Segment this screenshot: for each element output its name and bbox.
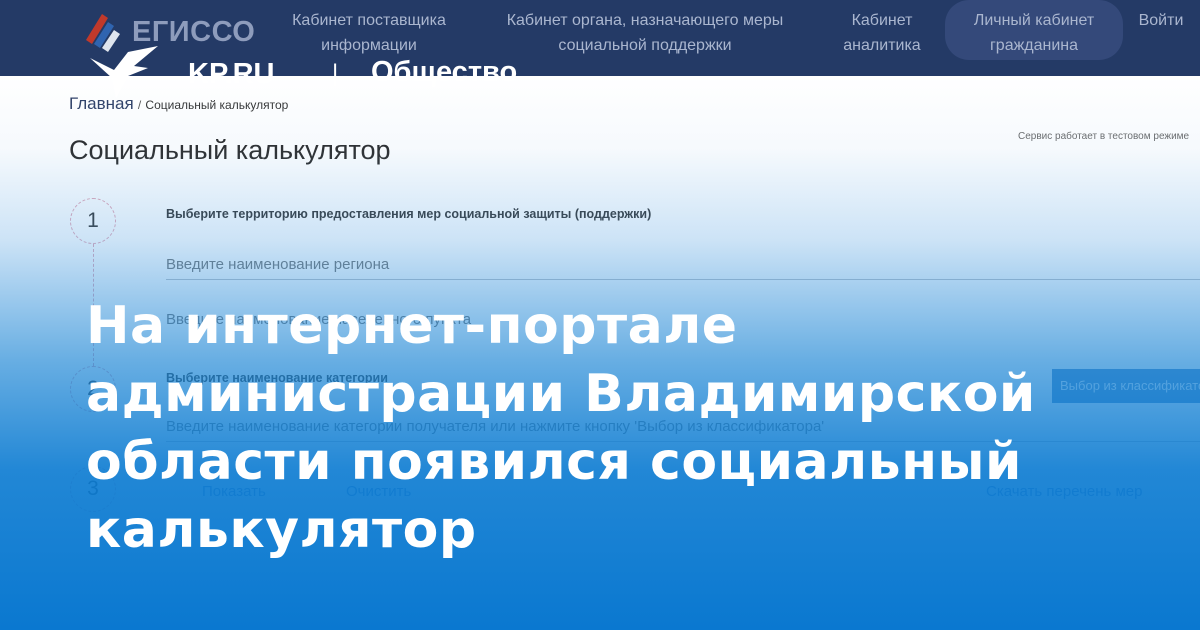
test-mode-note: Сервис работает в тестовом режиме xyxy=(1018,131,1190,142)
kp-section-name[interactable]: Общество xyxy=(371,56,517,89)
kp-brand-name[interactable]: KP.RU xyxy=(188,58,275,91)
nav-analyst-cabinet[interactable]: Кабинет аналитика xyxy=(838,8,926,58)
nav-authority-cabinet[interactable]: Кабинет органа, назначающего меры социал… xyxy=(500,8,790,58)
kp-brand-separator: | xyxy=(332,60,339,87)
step-1-circle: 1 xyxy=(70,198,116,244)
page-title: Социальный калькулятор xyxy=(69,135,391,165)
breadcrumb-separator: / xyxy=(137,98,142,112)
step-1-title: Выберите территорию предоставления мер с… xyxy=(166,207,652,221)
breadcrumb-current: Социальный калькулятор xyxy=(145,98,289,112)
region-input[interactable]: Введите наименование региона xyxy=(166,256,1200,280)
nav-citizen-cabinet[interactable]: Личный кабинет гражданина xyxy=(945,0,1123,60)
nav-provider-cabinet[interactable]: Кабинет поставщика информации xyxy=(288,8,450,58)
swallow-logo-icon[interactable] xyxy=(88,44,160,100)
article-headline: На интернет-портале администрации Владим… xyxy=(86,296,1036,560)
nav-login[interactable]: Войти xyxy=(1134,8,1188,33)
top-navigation-bar: ЕГИССО Кабинет поставщика информации Каб… xyxy=(0,0,1200,76)
